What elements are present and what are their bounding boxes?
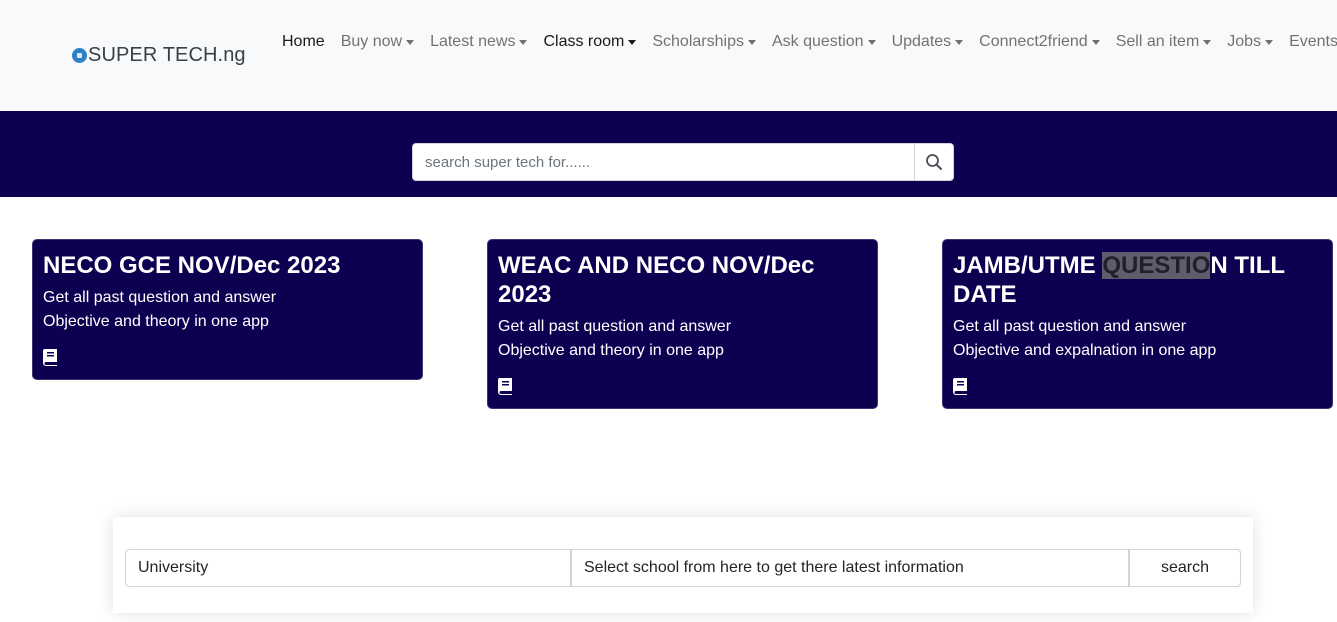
book-icon[interactable] [43,349,412,367]
school-type-input[interactable]: University [125,549,571,587]
caret-down-icon [955,39,964,45]
card-title-part: JAMB/UTME [953,252,1103,279]
site-search-input[interactable]: search super tech for...... [412,143,915,181]
book-icon[interactable] [953,378,1322,396]
nav-label: Class room [543,33,625,50]
caret-down-icon [747,39,756,45]
caret-down-icon [867,39,876,45]
nav-label: Ask question [771,33,864,50]
nav-label: Buy now [340,33,403,50]
nav-item-jobs[interactable]: Jobs [1219,31,1281,53]
card-weac-neco[interactable]: WEAC AND NECO NOV/Dec 2023 Get all past … [487,239,878,409]
nav-menu: Home Buy now Latest news Class room Scho… [282,31,1337,53]
search-icon [926,154,942,170]
caret-down-icon [1091,39,1100,45]
hero-search-banner: search super tech for...... [0,111,1337,197]
card-title: WEAC AND NECO NOV/Dec 2023 [498,252,815,308]
caret-down-icon [406,39,415,45]
nav-item-scholarships[interactable]: Scholarships [644,31,764,53]
caret-down-icon [1265,39,1274,45]
card-title: NECO GCE NOV/Dec 2023 [43,252,341,279]
brand-logo[interactable]: SUPER TECH.ng [72,44,246,67]
nav-item-updates[interactable]: Updates [884,31,972,53]
nav-label: Scholarships [652,33,744,50]
brand-name: SUPER TECH.ng [88,44,246,66]
top-navbar: SUPER TECH.ng Home Buy now Latest news C… [0,0,1337,111]
card-title-highlight: QUESTIO [1102,252,1211,279]
site-search-group: search super tech for...... [412,143,954,181]
caret-down-icon [519,39,528,45]
caret-down-icon [628,39,637,45]
nav-label: Sell an item [1115,33,1200,50]
nav-item-class-room[interactable]: Class room [535,31,644,53]
card-text: Objective and theory in one app [498,342,724,359]
book-icon[interactable] [498,378,867,396]
nav-item-events[interactable]: Events [1281,31,1337,53]
nav-item-latest-news[interactable]: Latest news [422,31,535,53]
nav-item-connect2friend[interactable]: Connect2friend [971,31,1108,53]
site-search-button[interactable] [915,143,954,181]
nav-item-ask-question[interactable]: Ask question [764,31,884,53]
nav-item-home[interactable]: Home [282,31,333,53]
nav-label: Home [282,33,325,50]
nav-label: Events [1289,33,1337,50]
card-text: Objective and expalnation in one app [953,342,1217,359]
school-search-button[interactable]: search [1129,549,1241,587]
nav-item-sell-an-item[interactable]: Sell an item [1108,31,1220,53]
card-jamb-utme[interactable]: JAMB/UTME QUESTION TILL DATE Get all pas… [942,239,1333,409]
nav-label: Jobs [1227,33,1262,50]
school-search-panel: University Select school from here to ge… [113,517,1253,613]
nav-label: Updates [891,33,952,50]
card-neco-gce[interactable]: NECO GCE NOV/Dec 2023 Get all past quest… [32,239,423,380]
card-text: Objective and theory in one app [43,313,269,330]
card-text: Get all past question and answer [498,318,732,335]
card-text: Get all past question and answer [953,318,1187,335]
school-select-dropdown[interactable]: Select school from here to get there lat… [571,549,1129,587]
nav-item-buy-now[interactable]: Buy now [333,31,422,53]
nav-label: Latest news [430,33,516,50]
nav-label: Connect2friend [979,33,1088,50]
caret-down-icon [1203,39,1212,45]
card-text: Get all past question and answer [43,289,277,306]
card-title: JAMB/UTME QUESTION TILL DATE [953,251,1322,309]
logo-dot-icon [72,48,87,63]
